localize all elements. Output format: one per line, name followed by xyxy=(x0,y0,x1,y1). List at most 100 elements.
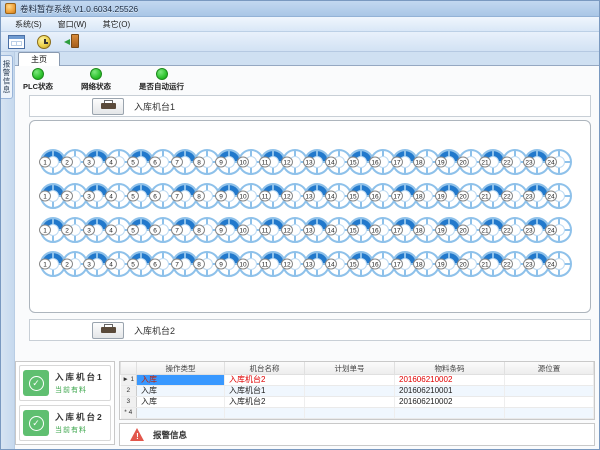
cell-r1-c4[interactable]: 201606210002 xyxy=(395,375,505,386)
app-window: 卷料暂存系统 V1.0.6034.25526 系统(S) 窗口(W) 其它(O)… xyxy=(0,0,600,450)
table-row-3[interactable]: 3入库入库机台2 201606210002 xyxy=(121,397,594,408)
menu-other[interactable]: 其它(O) xyxy=(95,18,139,31)
row-header-1[interactable]: ► 1 xyxy=(121,375,137,386)
slot-number: 8 xyxy=(193,225,205,236)
slot-number: 23 xyxy=(523,259,535,270)
slot-number: 5 xyxy=(127,157,139,168)
cell-r2-c3[interactable] xyxy=(305,386,395,397)
slot-number: 9 xyxy=(215,191,227,202)
printer-icon xyxy=(101,324,116,336)
slot-number: 10 xyxy=(237,259,249,270)
cell-r4-c2[interactable] xyxy=(225,408,305,419)
slot-number: 18 xyxy=(413,157,425,168)
slot-grid: 1234567891011121314151617181920212223241… xyxy=(29,120,591,313)
calendar-button[interactable] xyxy=(5,33,27,50)
machine2-print-button[interactable] xyxy=(92,322,124,339)
slot-number: 20 xyxy=(457,157,469,168)
slot-number: 6 xyxy=(149,157,161,168)
cell-r4-c5[interactable] xyxy=(505,408,594,419)
machine-card-2: 入库机台2当前有料 xyxy=(19,405,111,441)
slot-number: 1 xyxy=(39,225,51,236)
app-icon xyxy=(5,3,16,14)
cell-r4-c4[interactable] xyxy=(395,408,505,419)
machine-card-text: 入库机台2当前有料 xyxy=(55,411,104,435)
col-header-3: 计划单号 xyxy=(305,362,395,375)
cell-r1-c1[interactable]: 入库 xyxy=(137,375,225,386)
cell-r3-c3[interactable] xyxy=(305,397,395,408)
machine2-header: 入库机台2 xyxy=(29,319,591,341)
cell-r3-c4[interactable]: 201606210002 xyxy=(395,397,505,408)
side-dock-tab[interactable]: 报警信息 xyxy=(1,55,13,99)
table-row-4[interactable]: * 4 xyxy=(121,408,594,419)
menu-system[interactable]: 系统(S) xyxy=(7,18,50,31)
slot-4-24: 24 xyxy=(546,251,572,277)
exit-door-icon xyxy=(64,34,80,49)
slot-number: 9 xyxy=(215,225,227,236)
slot-number: 7 xyxy=(171,191,183,202)
machine1-header: 入库机台1 xyxy=(29,95,591,117)
slot-number: 13 xyxy=(303,157,315,168)
cell-r1-c2[interactable]: 入库机台2 xyxy=(225,375,305,386)
slot-number: 4 xyxy=(105,191,117,202)
cell-r2-c1[interactable]: 入库 xyxy=(137,386,225,397)
row-header-4[interactable]: * 4 xyxy=(121,408,137,419)
slot-number: 15 xyxy=(347,225,359,236)
status-label: 网络状态 xyxy=(81,81,111,92)
content-area: 主页 PLC状态网络状态是否自动运行 入库机台1 123456789101112… xyxy=(15,52,599,449)
slot-number: 6 xyxy=(149,225,161,236)
tab-home[interactable]: 主页 xyxy=(18,52,60,66)
slot-number: 10 xyxy=(237,157,249,168)
cell-r3-c1[interactable]: 入库 xyxy=(137,397,225,408)
slot-number: 12 xyxy=(281,259,293,270)
table-row-1[interactable]: ► 1入库入库机台2 201606210002 xyxy=(121,375,594,386)
cell-r4-c3[interactable] xyxy=(305,408,395,419)
slot-number: 18 xyxy=(413,191,425,202)
status-led-icon xyxy=(90,68,102,80)
table-column: 操作类型机台名称计划单号物料条码源位置 ► 1入库入库机台22016062100… xyxy=(119,361,595,445)
slot-1-24: 24 xyxy=(546,149,572,175)
cell-r1-c3[interactable] xyxy=(305,375,395,386)
table-row-2[interactable]: 2入库入库机台1 201606210001 xyxy=(121,386,594,397)
slot-number: 2 xyxy=(61,259,73,270)
cell-r2-c5[interactable] xyxy=(505,386,594,397)
cell-r2-c2[interactable]: 入库机台1 xyxy=(225,386,305,397)
row-header-3[interactable]: 3 xyxy=(121,397,137,408)
slot-number: 13 xyxy=(303,225,315,236)
warning-icon xyxy=(130,428,145,441)
status-led-icon xyxy=(32,68,44,80)
machine1-print-button[interactable] xyxy=(92,98,124,115)
menu-window[interactable]: 窗口(W) xyxy=(50,18,95,31)
slot-number: 16 xyxy=(369,191,381,202)
window-title: 卷料暂存系统 V1.0.6034.25526 xyxy=(20,3,138,15)
machine-card-status: 当前有料 xyxy=(55,425,104,435)
slot-number: 19 xyxy=(435,259,447,270)
slot-number: 8 xyxy=(193,259,205,270)
title-bar[interactable]: 卷料暂存系统 V1.0.6034.25526 xyxy=(1,1,599,17)
slot-number: 24 xyxy=(545,259,557,270)
side-strip: 报警信息 xyxy=(1,52,15,449)
cell-r4-c1[interactable] xyxy=(137,408,225,419)
slot-number: 1 xyxy=(39,157,51,168)
col-header-1: 操作类型 xyxy=(137,362,225,375)
cell-r1-c5[interactable] xyxy=(505,375,594,386)
slot-number: 19 xyxy=(435,157,447,168)
slot-number: 12 xyxy=(281,191,293,202)
bottom-section: 入库机台1当前有料入库机台2当前有料 操作类型机台名称计划单号物料条码源位置 ►… xyxy=(15,361,595,445)
clock-icon xyxy=(37,35,51,49)
slot-number: 12 xyxy=(281,157,293,168)
slot-number: 13 xyxy=(303,191,315,202)
row-header-2[interactable]: 2 xyxy=(121,386,137,397)
slot-number: 8 xyxy=(193,191,205,202)
alarm-panel: 报警信息 xyxy=(119,423,595,446)
slot-number: 11 xyxy=(259,157,271,168)
exit-button[interactable] xyxy=(61,33,83,50)
slot-number: 23 xyxy=(523,157,535,168)
cell-r3-c2[interactable]: 入库机台2 xyxy=(225,397,305,408)
cell-r3-c5[interactable] xyxy=(505,397,594,408)
slot-number: 11 xyxy=(259,225,271,236)
slot-number: 24 xyxy=(545,225,557,236)
clock-button[interactable] xyxy=(33,33,55,50)
slot-number: 11 xyxy=(259,191,271,202)
cell-r2-c4[interactable]: 201606210001 xyxy=(395,386,505,397)
slot-number: 22 xyxy=(501,259,513,270)
